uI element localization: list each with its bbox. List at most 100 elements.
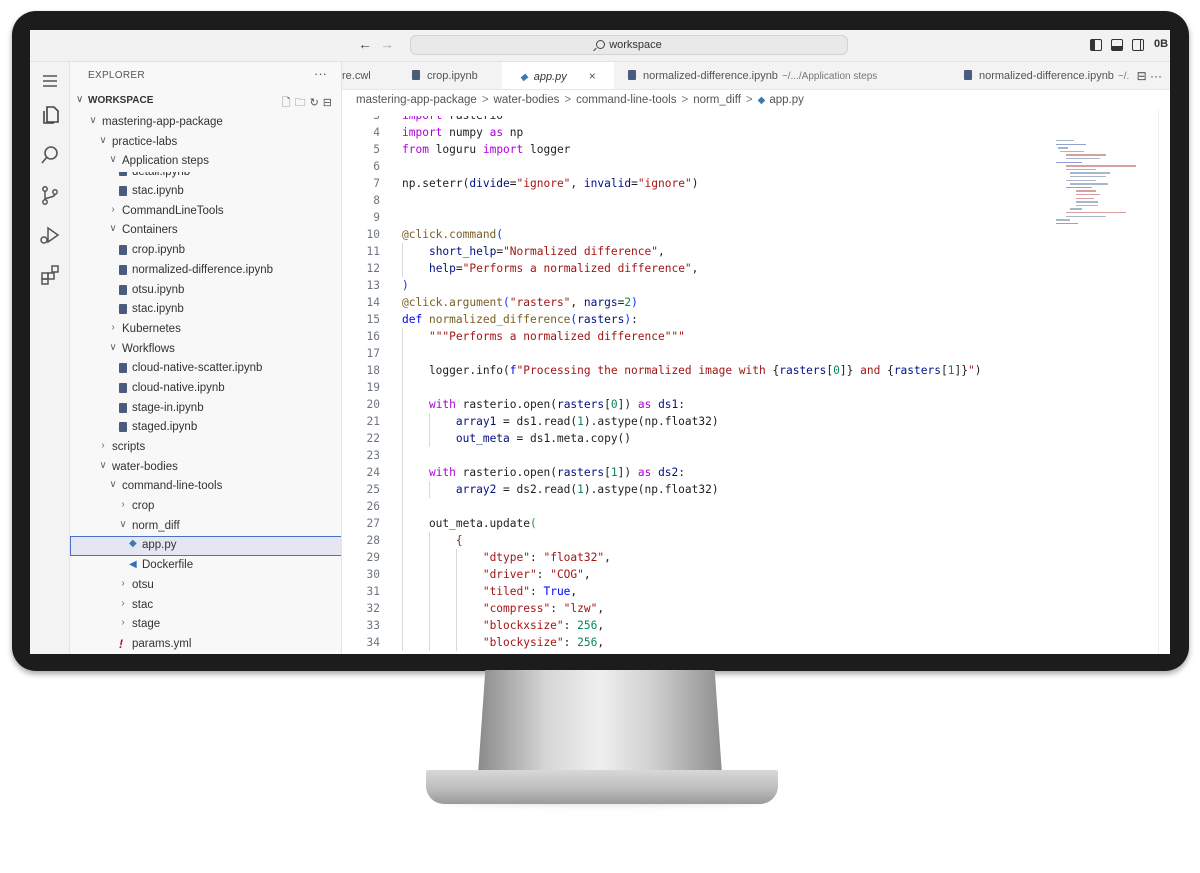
code-text: { — [455, 534, 463, 547]
breadcrumb-item[interactable]: command-line-tools — [576, 94, 676, 106]
close-tab-icon[interactable]: × — [589, 69, 596, 83]
code-line: 22 out_meta = ds1.meta.copy() — [342, 430, 1170, 447]
new-folder-icon[interactable]: 🗀 — [295, 97, 310, 109]
refresh-icon[interactable]: ↻ — [310, 97, 323, 109]
tree-item[interactable]: ◆ app.py — [70, 536, 341, 557]
code-editor[interactable]: 3 import rasterio 4 import numpy as np 5 from… — [342, 110, 1170, 654]
line-number: 24 — [366, 466, 380, 479]
breadcrumb-item[interactable]: water-bodies — [494, 94, 560, 106]
tree-item[interactable]: › stac — [70, 596, 341, 616]
code-line: 31 "tiled": True, — [342, 583, 1170, 600]
tree-item[interactable]: ∨ water-bodies — [70, 458, 341, 478]
tree-item[interactable]: › crop — [70, 497, 341, 517]
split-editor-actions[interactable]: ⊟ ··· — [1130, 62, 1162, 89]
line-number: 6 — [373, 160, 380, 173]
explorer-icon[interactable] — [39, 104, 61, 126]
tree-item[interactable]: › scripts — [70, 438, 341, 458]
tree-item[interactable]: ∨ norm_diff — [70, 517, 341, 537]
tree-item[interactable]: staged.ipynb — [70, 418, 341, 438]
workspace-toolbar: 🗋🗀↻⊟ — [282, 94, 336, 113]
vertical-scrollbar[interactable] — [1158, 110, 1170, 654]
tree-item-label: scripts — [112, 441, 146, 453]
tree-item[interactable]: ∨ mastering-app-package — [70, 113, 341, 133]
toggle-primary-sidebar-icon[interactable] — [1090, 39, 1102, 51]
tree-item[interactable]: ∨ command-line-tools — [70, 477, 341, 497]
command-center-search[interactable]: workspace — [410, 35, 848, 55]
tree-item[interactable]: › CommandLineTools — [70, 202, 341, 222]
tree-item-label: otsu.ipynb — [132, 283, 185, 296]
line-number: 13 — [366, 279, 380, 292]
tab-label: app.py — [533, 71, 567, 83]
line-number: 15 — [366, 313, 380, 326]
line-number: 12 — [366, 262, 380, 275]
tree-item[interactable]: detail.ipynb — [70, 172, 341, 182]
customize-layout-icon[interactable]: 0B — [1154, 38, 1168, 50]
tab-app-py[interactable]: ◆ app.py × — [502, 62, 614, 89]
tab-cwl[interactable]: re.cwl — [342, 62, 398, 89]
tree-item[interactable]: ◀ Dockerfile — [70, 556, 341, 576]
tree-item[interactable]: ∨ Application steps — [70, 152, 341, 172]
tree-item[interactable]: stage-in.ipynb — [70, 399, 341, 419]
toggle-secondary-sidebar-icon[interactable] — [1132, 39, 1144, 51]
chevron-right-icon: › — [111, 321, 115, 333]
forward-button[interactable]: → — [378, 36, 396, 52]
line-number: 27 — [366, 517, 380, 530]
breadcrumb-item[interactable]: norm_diff — [693, 94, 741, 106]
line-number: 11 — [366, 245, 380, 258]
breadcrumb-item[interactable]: mastering-app-package — [356, 94, 477, 106]
tree-item[interactable]: › stage — [70, 615, 341, 635]
tree-item[interactable]: crop.ipynb — [70, 241, 341, 261]
tree-item[interactable]: › Kubernetes — [70, 320, 341, 340]
tree-item-label: water-bodies — [112, 460, 178, 473]
code-text: @click.command( — [402, 228, 504, 241]
tree-item[interactable]: ∨ Workflows — [70, 340, 341, 360]
tree-item-label: stage-in.ipynb — [132, 401, 204, 414]
new-file-icon[interactable]: 🗋 — [282, 97, 295, 109]
tree-item[interactable]: cloud-native.ipynb — [70, 379, 341, 399]
workspace-header[interactable]: ∨ WORKSPACE 🗋🗀↻⊟ — [70, 92, 341, 113]
extensions-icon[interactable] — [39, 264, 61, 286]
tree-item[interactable]: › otsu — [70, 576, 341, 596]
tree-item[interactable]: ∨ practice-labs — [70, 133, 341, 153]
back-button[interactable]: ← — [356, 36, 374, 52]
tree-item-label: mastering-app-package — [102, 116, 223, 128]
toggle-panel-icon[interactable] — [1111, 39, 1123, 51]
code-line: 14 @click.argument("rasters", nargs=2) — [342, 294, 1170, 311]
tree-item[interactable]: stac.ipynb — [70, 300, 341, 320]
minimap-line — [1076, 190, 1096, 192]
line-number: 7 — [373, 177, 380, 190]
command-center-label: workspace — [609, 39, 662, 51]
line-number: 28 — [366, 534, 380, 547]
tab-crop-ipynb[interactable]: crop.ipynb — [398, 62, 502, 89]
tree-item-label: staged.ipynb — [132, 421, 198, 434]
tree-item[interactable]: normalized-difference.ipynb — [70, 261, 341, 281]
minimap-line — [1070, 172, 1110, 174]
tree-item[interactable]: cloud-native-scatter.ipynb — [70, 359, 341, 379]
code-line: 30 "driver": "COG", — [342, 566, 1170, 583]
tree-item[interactable]: otsu.ipynb — [70, 281, 341, 301]
breadcrumb-item[interactable]: app.py — [769, 94, 804, 106]
source-control-icon[interactable] — [39, 184, 61, 206]
tree-item[interactable]: ! params.yml — [70, 635, 341, 654]
code-text: ) — [402, 279, 409, 292]
minimap[interactable] — [1056, 140, 1140, 230]
notebook-icon — [119, 186, 127, 197]
notebook-icon — [119, 363, 127, 374]
tree-item[interactable]: stac.ipynb — [70, 182, 341, 202]
search-icon[interactable] — [39, 144, 61, 166]
code-line: 4 import numpy as np — [342, 124, 1170, 141]
code-text: "tiled": True, — [482, 585, 578, 598]
code-line: 19 — [342, 379, 1170, 396]
code-line: 8 — [342, 192, 1170, 209]
code-line: 7 np.seterr(divide="ignore", invalid="ign… — [342, 175, 1170, 192]
code-lines: 3 import rasterio 4 import numpy as np 5 from… — [342, 116, 1170, 651]
notebook-icon — [119, 172, 127, 177]
collapse-all-icon[interactable]: ⊟ — [323, 97, 336, 109]
tree-item[interactable]: ∨ Containers — [70, 221, 341, 241]
chevron-down-icon: ∨ — [89, 115, 97, 126]
docker-icon: ◀ — [129, 559, 137, 571]
tab-normalized-difference-1[interactable]: normalized-difference.ipynb ~/.../Applica… — [614, 62, 944, 89]
menu-icon[interactable] — [39, 70, 61, 92]
more-actions-icon[interactable]: ··· — [314, 66, 327, 81]
run-debug-icon[interactable] — [39, 224, 61, 246]
